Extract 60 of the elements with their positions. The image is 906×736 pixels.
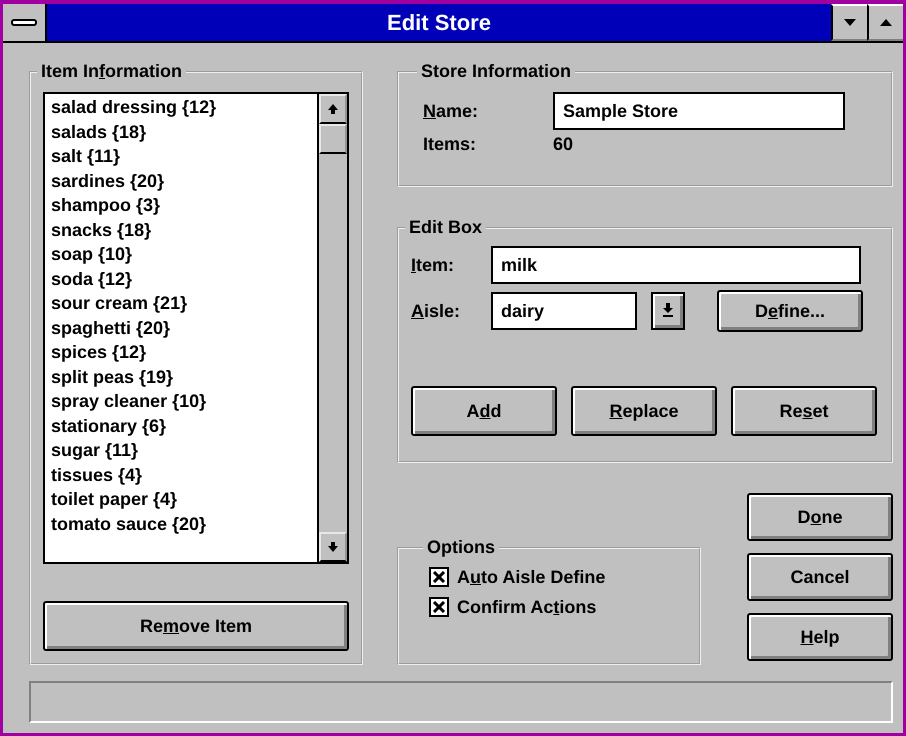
group-title: Item Information xyxy=(40,61,184,82)
list-item[interactable]: tomato sauce {20} xyxy=(51,512,311,536)
scroll-thumb[interactable] xyxy=(319,124,347,154)
list-item[interactable]: spray cleaner {10} xyxy=(51,389,311,414)
dialog-button[interactable]: Help xyxy=(747,613,893,661)
list-item[interactable]: stationary {6} xyxy=(51,414,311,438)
check-x-icon xyxy=(433,571,445,583)
dialog-button[interactable]: Done xyxy=(747,493,893,541)
action-button[interactable]: Replace xyxy=(571,386,717,436)
field-label: Items: xyxy=(423,134,478,155)
checkbox-label: Auto Aisle Define xyxy=(457,566,606,588)
checkbox[interactable] xyxy=(429,567,449,587)
window-title: Edit Store xyxy=(386,8,492,36)
scroll-up-button[interactable] xyxy=(319,94,347,124)
list-item[interactable]: tissues {4} xyxy=(51,462,311,487)
arrow-down-icon xyxy=(327,541,339,553)
arrow-up-icon xyxy=(327,103,339,115)
checkbox-label: Confirm Actions xyxy=(457,596,596,618)
minus-icon xyxy=(11,18,37,26)
scroll-down-button[interactable] xyxy=(319,532,347,562)
action-button[interactable]: Add xyxy=(411,386,557,436)
list-item[interactable]: soda {12} xyxy=(51,266,311,291)
scrollbar[interactable] xyxy=(317,94,347,562)
list-item[interactable]: shampoo {3} xyxy=(51,193,311,218)
item-count: 60 xyxy=(553,134,574,155)
arrow-down-icon xyxy=(662,302,674,316)
maximize-button[interactable] xyxy=(867,4,903,41)
minimize-button[interactable] xyxy=(831,4,867,41)
list-item[interactable]: toilet paper {4} xyxy=(51,487,311,512)
item-field[interactable]: milk xyxy=(491,246,861,284)
dialog-button[interactable]: Cancel xyxy=(747,553,893,601)
aisle-field[interactable]: dairy xyxy=(491,292,637,330)
item-list[interactable] xyxy=(43,92,349,564)
action-button[interactable]: Reset xyxy=(731,386,877,436)
list-item[interactable]: salt {11} xyxy=(51,144,311,168)
list-item[interactable]: split peas {19} xyxy=(51,364,311,389)
field-label: Item: xyxy=(411,254,456,276)
define-button[interactable]: Define... xyxy=(717,290,863,332)
list-item[interactable]: salad dressing {12} xyxy=(51,95,311,120)
list-item[interactable]: snacks {18} xyxy=(51,218,311,242)
field-label: Aisle: xyxy=(411,300,462,322)
list-item[interactable]: salads {18} xyxy=(51,120,311,144)
dropdown-button[interactable] xyxy=(651,292,685,330)
list-item[interactable]: sardines {20} xyxy=(51,168,311,193)
field-label: Name: xyxy=(423,100,480,122)
remove-item-button[interactable]: Remove Item xyxy=(43,601,349,651)
list-item[interactable]: spaghetti {20} xyxy=(51,316,311,340)
check-x-icon xyxy=(433,601,445,613)
caret-up-icon xyxy=(880,19,892,26)
list-item[interactable]: sour cream {21} xyxy=(51,291,311,316)
list-item[interactable]: soap {10} xyxy=(51,242,311,266)
group-title: Edit Box xyxy=(408,217,484,238)
list-item[interactable]: spices {12} xyxy=(51,340,311,364)
list-item[interactable]: sugar {11} xyxy=(51,438,311,462)
checkbox[interactable] xyxy=(429,597,449,617)
group-title: Options xyxy=(426,537,496,558)
caret-down-icon xyxy=(844,19,856,26)
name-field[interactable]: Sample Store xyxy=(553,92,845,130)
system-menu-button[interactable] xyxy=(3,4,47,41)
group-title: Store Information xyxy=(420,61,572,82)
